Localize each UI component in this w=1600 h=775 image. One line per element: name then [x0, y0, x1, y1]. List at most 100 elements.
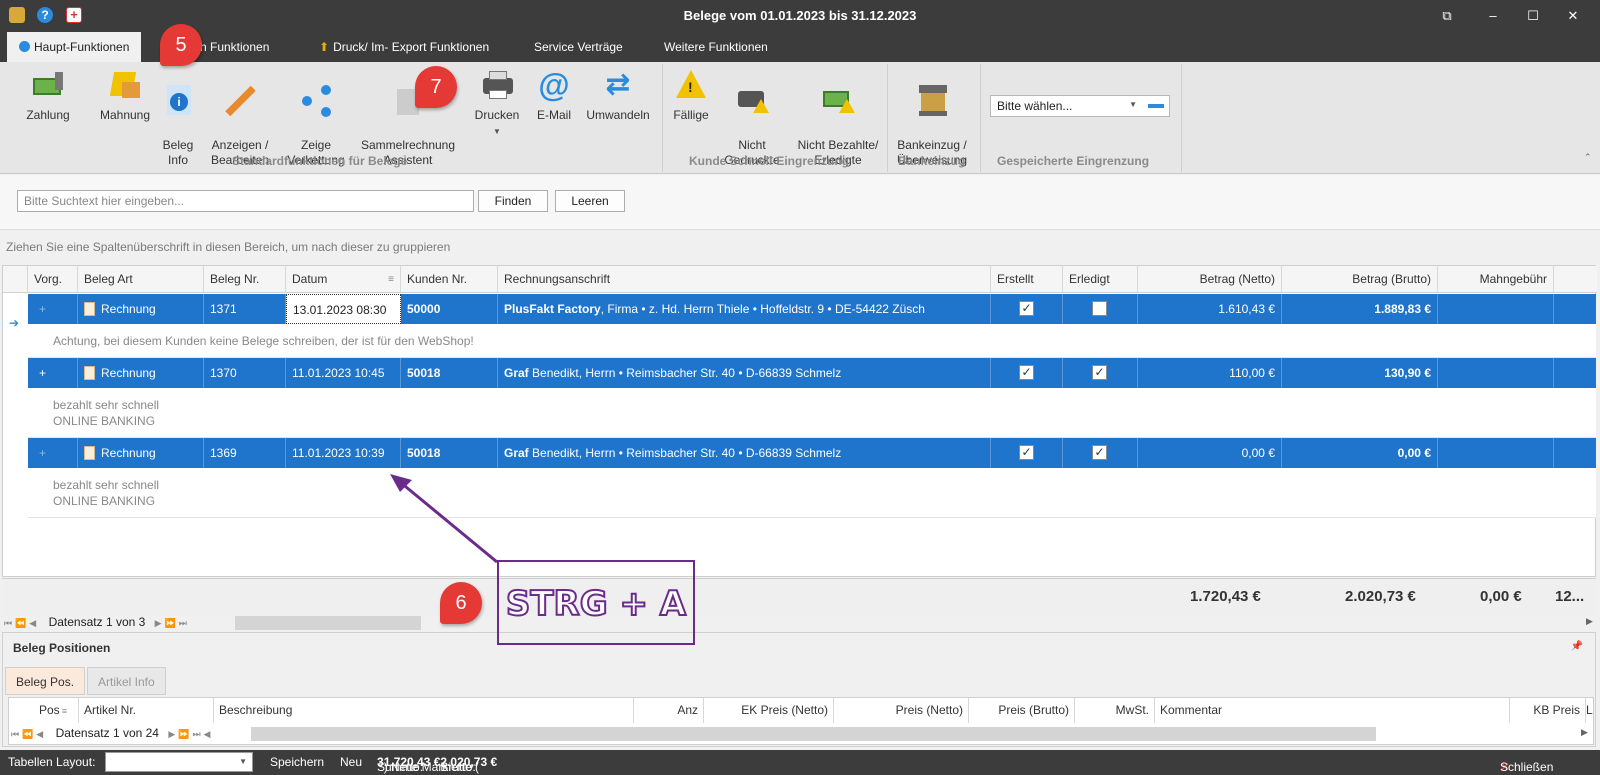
kunden-nr-cell: 50018 [401, 438, 498, 468]
pin-icon[interactable]: 📌 [1571, 641, 1583, 652]
erledigt-checkbox[interactable] [1092, 301, 1107, 316]
first-record-icon[interactable]: ⏮⏪◀ [11, 729, 46, 739]
clear-filter-icon[interactable] [1148, 104, 1164, 108]
email-button[interactable]: @ E-Mail [530, 68, 578, 123]
bankeinzug-button[interactable]: Bankeinzug / Überweisung [892, 68, 972, 168]
column-header-preis-netto[interactable]: Preis (Netto) [834, 698, 969, 723]
filter-icon[interactable]: ≡ [388, 266, 394, 293]
column-header-artikel-nr[interactable]: Artikel Nr. [79, 698, 214, 723]
group-label-bankeinzug: Bankeinzug [898, 154, 966, 168]
bank-icon [915, 83, 949, 117]
first-record-icon[interactable]: ⏮⏪◀ [4, 618, 39, 628]
erledigt-checkbox[interactable]: ✓ [1092, 445, 1107, 460]
share-icon [299, 83, 333, 117]
tab-weitere-funktionen[interactable]: Weitere Funktionen [652, 32, 780, 62]
expand-toggle[interactable]: + [28, 358, 78, 388]
beleg-positionen-panel: Beleg Positionen 📌 Beleg Pos. Artikel In… [2, 632, 1596, 747]
table-row[interactable]: + Rechnung 1369 11.01.2023 10:39 50018 G… [28, 438, 1596, 468]
column-header-ek-preis[interactable]: EK Preis (Netto) [704, 698, 834, 723]
column-header-netto[interactable]: Betrag (Netto) [1138, 266, 1282, 293]
convert-icon: ⇄ [605, 68, 631, 101]
tab-beleg-pos[interactable]: Beleg Pos. [5, 667, 86, 695]
scroll-right-icon[interactable]: ▶ [1581, 727, 1588, 738]
erstellt-checkbox[interactable]: ✓ [1019, 301, 1034, 316]
table-row[interactable]: + Rechnung 1370 11.01.2023 10:45 50018 G… [28, 358, 1596, 388]
tab-service-vertraege[interactable]: Service Verträge [522, 32, 635, 62]
group-label-kunde: Kunde Schnell-Eingrenzung [689, 154, 850, 168]
chevron-down-icon: ▼ [239, 757, 247, 766]
horizontal-scrollbar[interactable] [251, 727, 1376, 741]
column-header-anz[interactable]: Anz [634, 698, 704, 723]
row-indicator-header [3, 266, 28, 293]
layout-select[interactable]: ▼ [105, 752, 253, 772]
erstellt-cell: ✓ [991, 358, 1063, 388]
collapse-ribbon-icon[interactable]: ⌃ [1584, 152, 1592, 163]
beleg-info-button[interactable]: i Beleg Info [160, 68, 196, 168]
nicht-gedruckte-button[interactable]: Nicht Gedruckte [722, 68, 782, 168]
maximize-button[interactable]: ☐ [1523, 6, 1543, 26]
info-icon [19, 41, 30, 52]
find-button[interactable]: Finden [478, 190, 548, 212]
column-header-datum[interactable]: Datum ≡ [286, 266, 401, 293]
next-record-icon[interactable]: ▶⏩⏭◀ [168, 729, 213, 739]
table-row[interactable]: + Rechnung 1371 13.01.2023 08:30 50000 P… [28, 294, 1596, 324]
sort-icon: ≡ [61, 706, 67, 716]
expand-toggle[interactable]: + [28, 294, 78, 324]
minimize-button[interactable]: – [1483, 6, 1503, 26]
column-header-vorg[interactable]: Vorg. [28, 266, 78, 293]
column-header-kb-preis[interactable]: KB Preis [1510, 698, 1586, 723]
datum-cell[interactable]: 13.01.2023 08:30 [286, 294, 401, 324]
tab-artikel-info[interactable]: Artikel Info [87, 667, 166, 695]
anzeigen-bearbeiten-button[interactable]: Anzeigen / Bearbeiten [208, 68, 272, 168]
column-header-beschreibung[interactable]: Beschreibung [214, 698, 634, 723]
erledigt-cell [1063, 294, 1138, 324]
column-header-pos[interactable]: Pos ≡ [9, 698, 79, 723]
rechnungsanschrift-cell: Graf Benedikt, Herrn • Reimsbacher Str. … [498, 438, 991, 468]
column-header-erstellt[interactable]: Erstellt [991, 266, 1063, 293]
expand-toggle[interactable]: + [28, 438, 78, 468]
zahlung-button[interactable]: Zahlung [20, 68, 76, 123]
column-header-brutto[interactable]: Betrag (Brutto) [1282, 266, 1438, 293]
layout-label: Tabellen Layout: [8, 755, 96, 769]
tab-haupt-funktionen[interactable]: Haupt-Funktionen [7, 32, 142, 63]
printer-icon [480, 68, 514, 102]
tab-druck-export[interactable]: ⬆ Druck/ Im- Export Funktionen [307, 32, 501, 62]
column-header-mwst[interactable]: MwSt. [1075, 698, 1155, 723]
column-header-kommentar[interactable]: Kommentar [1155, 698, 1510, 723]
printer-warning-icon [735, 83, 769, 117]
column-header-kunden-nr[interactable]: Kunden Nr. [401, 266, 498, 293]
column-header-beleg-nr[interactable]: Beleg Nr. [204, 266, 286, 293]
column-header-erledigt[interactable]: Erledigt [1063, 266, 1138, 293]
mahnung-button[interactable]: Mahnung [97, 68, 153, 123]
clear-button[interactable]: Leeren [555, 190, 625, 212]
faellige-button[interactable]: ! Fällige [668, 68, 714, 123]
erstellt-checkbox[interactable]: ✓ [1019, 445, 1034, 460]
step-badge-6: 6 [440, 582, 482, 624]
nicht-bezahlte-button[interactable]: Nicht Bezahlte/ Erledigte [790, 68, 886, 168]
new-layout-button[interactable]: Neu [340, 755, 362, 769]
kunden-nr-cell: 50018 [401, 358, 498, 388]
restore-icon[interactable]: ⧉ [1437, 6, 1457, 26]
scroll-right-icon[interactable]: ▶ [1586, 616, 1593, 627]
panel-title: Beleg Positionen [13, 641, 111, 655]
column-header-beleg-art[interactable]: Beleg Art [78, 266, 204, 293]
search-input[interactable] [17, 190, 474, 212]
saved-filter-select[interactable]: Bitte wählen... ▼ [990, 95, 1170, 117]
erledigt-checkbox[interactable]: ✓ [1092, 365, 1107, 380]
zeige-verkettung-button[interactable]: Zeige Verkettung [283, 68, 349, 168]
column-header-preis-brutto[interactable]: Preis (Brutto) [969, 698, 1075, 723]
erstellt-checkbox[interactable]: ✓ [1019, 365, 1034, 380]
umwandeln-button[interactable]: ⇄ Umwandeln [582, 68, 654, 123]
note-text: ONLINE BANKING [53, 494, 156, 508]
close-window-button[interactable]: ✕ [1563, 6, 1583, 26]
column-header-l[interactable]: L [1586, 698, 1594, 723]
group-label-standard: Standardfunktionen für Belege [232, 154, 408, 168]
erledigt-cell: ✓ [1063, 438, 1138, 468]
column-header-mahngebuehr[interactable]: Mahngebühr [1438, 266, 1554, 293]
document-icon [84, 446, 95, 460]
save-layout-button[interactable]: Speichern [270, 755, 324, 769]
horizontal-scrollbar[interactable] [235, 616, 421, 630]
column-header-rechnungsanschrift[interactable]: Rechnungsanschrift [498, 266, 991, 293]
next-record-icon[interactable]: ▶⏩⏭ [155, 618, 190, 628]
drucken-button[interactable]: Drucken ▼ [470, 68, 524, 139]
